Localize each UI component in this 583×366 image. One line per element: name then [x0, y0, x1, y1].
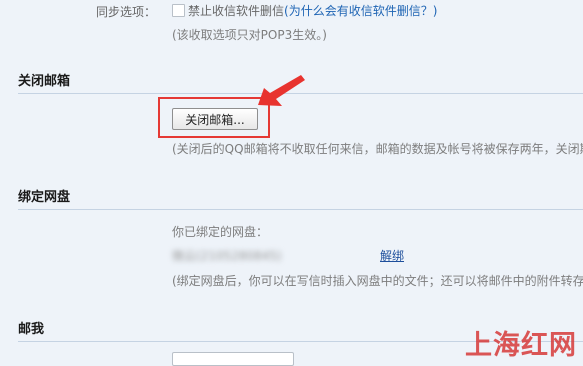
- bind-disk-note: (绑定网盘后，你可以在写信时插入网盘中的文件；还可以将邮件中的附件转存: [172, 274, 583, 288]
- watermark-text: 上海红网: [465, 330, 577, 361]
- bind-disk-heading: 绑定网盘: [18, 190, 71, 205]
- bound-disk-account: 微云(2105280845): [172, 249, 282, 263]
- bound-disk-label: 你已绑定的网盘：: [172, 225, 269, 239]
- red-arrow-icon: [258, 75, 305, 106]
- mail-me-heading: 邮我: [18, 322, 45, 337]
- unbind-link[interactable]: 解绑: [380, 247, 404, 264]
- mail-me-field[interactable]: [172, 352, 294, 366]
- section-divider: [18, 209, 583, 210]
- arrow-annotation: [258, 75, 305, 106]
